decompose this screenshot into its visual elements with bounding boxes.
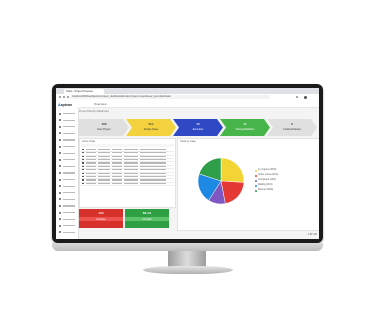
sidebar-item-icon — [59, 125, 61, 128]
sidebar-item[interactable] — [59, 231, 76, 234]
sidebar-item[interactable] — [59, 224, 76, 227]
legend-item: In progress (26%) — [255, 169, 315, 172]
sidebar-item-label — [63, 185, 75, 187]
sidebar-item-icon — [59, 165, 61, 168]
legend-label: Waiting (21%) — [258, 184, 273, 186]
legend-label: Planned (20%) — [258, 189, 274, 191]
sidebar-item[interactable] — [59, 218, 76, 221]
sidebar-item[interactable] — [59, 119, 76, 122]
sidebar-item-icon — [59, 138, 61, 141]
legend-item: Waiting (21%) — [255, 184, 315, 187]
screen: Odoo - Project Process localhost:8069/we… — [56, 88, 319, 239]
sidebar-item-icon — [59, 132, 61, 135]
brand-logo: Aaptean — [58, 103, 72, 107]
sidebar-item-label — [63, 179, 75, 181]
sidebar: Aaptean — [56, 100, 79, 239]
sidebar-item-label — [63, 212, 75, 214]
sidebar-item-label — [63, 172, 75, 174]
sidebar-item-icon — [59, 158, 61, 161]
sidebar-item[interactable] — [59, 112, 76, 115]
sidebar-item-label — [63, 218, 75, 220]
sidebar-item-label — [63, 192, 75, 194]
legend-label: Under review (21%) — [258, 174, 279, 176]
star-icon[interactable] — [296, 96, 298, 98]
sidebar-item-icon — [59, 185, 61, 188]
sidebar-item-label — [63, 198, 75, 200]
sidebar-item[interactable] — [59, 198, 76, 201]
sidebar-item-icon — [59, 231, 61, 234]
sidebar-item-icon — [59, 152, 61, 155]
sidebar-item-icon — [59, 224, 61, 227]
back-icon[interactable] — [59, 96, 61, 98]
sidebar-item-icon — [59, 204, 61, 207]
top-bar: Overview — [78, 100, 319, 108]
sidebar-item-label — [63, 132, 75, 134]
sidebar-item[interactable] — [59, 138, 76, 141]
legend-label: In progress (26%) — [258, 169, 277, 171]
sidebar-item-icon — [59, 145, 61, 148]
monitor-chin — [52, 243, 323, 251]
sidebar-item[interactable] — [59, 125, 76, 128]
sidebar-item[interactable] — [59, 171, 76, 174]
legend-item: Planned (20%) — [255, 189, 315, 192]
sidebar-item-label — [63, 231, 75, 233]
sidebar-item[interactable] — [59, 158, 76, 161]
legend-item: Completed (12%) — [255, 179, 315, 182]
reload-icon[interactable] — [67, 96, 69, 98]
sidebar-item-label — [63, 152, 75, 154]
sidebar-item-label — [63, 126, 75, 128]
profile-icon[interactable] — [304, 95, 307, 99]
sidebar-item[interactable] — [59, 145, 76, 148]
sidebar-item-icon — [59, 178, 61, 181]
sidebar-item[interactable] — [59, 191, 76, 194]
sidebar-item-icon — [59, 112, 61, 115]
sidebar-item-icon — [59, 198, 61, 201]
sidebar-item-icon — [59, 119, 61, 122]
pager[interactable]: 1-80 / 80 — [308, 233, 317, 236]
legend-label: Completed (12%) — [258, 179, 276, 181]
url-input[interactable]: localhost:8069/web#action=project_dashbo… — [70, 95, 270, 99]
page-title: Overview — [94, 101, 107, 106]
sidebar-item-label — [63, 139, 75, 141]
legend-swatch — [255, 169, 257, 172]
monitor: Odoo - Project Process localhost:8069/we… — [52, 84, 323, 243]
sidebar-item[interactable] — [59, 165, 76, 168]
sidebar-item-label — [63, 113, 75, 115]
sidebar-item[interactable] — [59, 204, 76, 207]
sidebar-item-icon — [59, 171, 61, 174]
sidebar-item-label — [63, 159, 75, 161]
sidebar-item[interactable] — [59, 178, 76, 181]
sidebar-item[interactable] — [59, 152, 76, 155]
legend-swatch — [255, 179, 257, 182]
brand-name: aptean — [60, 103, 73, 107]
forward-icon[interactable] — [63, 96, 65, 98]
sidebar-item-label — [63, 119, 75, 121]
pie-slice[interactable] — [220, 157, 245, 183]
legend-swatch — [255, 184, 257, 187]
legend-item: Under review (21%) — [255, 174, 315, 177]
sidebar-item-label — [63, 165, 75, 167]
legend-swatch — [255, 189, 257, 192]
sidebar-item[interactable] — [59, 185, 76, 188]
sidebar-item-label — [63, 205, 75, 207]
sidebar-item-label — [63, 146, 75, 148]
sidebar-item[interactable] — [59, 132, 76, 135]
sidebar-item-label — [63, 225, 75, 227]
sidebar-item-icon — [59, 191, 61, 194]
main-content: Project Planning Dashboard 109 New Projec… — [79, 108, 319, 239]
monitor-stand — [143, 266, 233, 274]
sidebar-item[interactable] — [59, 211, 76, 214]
legend-swatch — [255, 174, 257, 177]
sidebar-item-icon — [59, 218, 61, 221]
sidebar-item-icon — [59, 211, 61, 214]
